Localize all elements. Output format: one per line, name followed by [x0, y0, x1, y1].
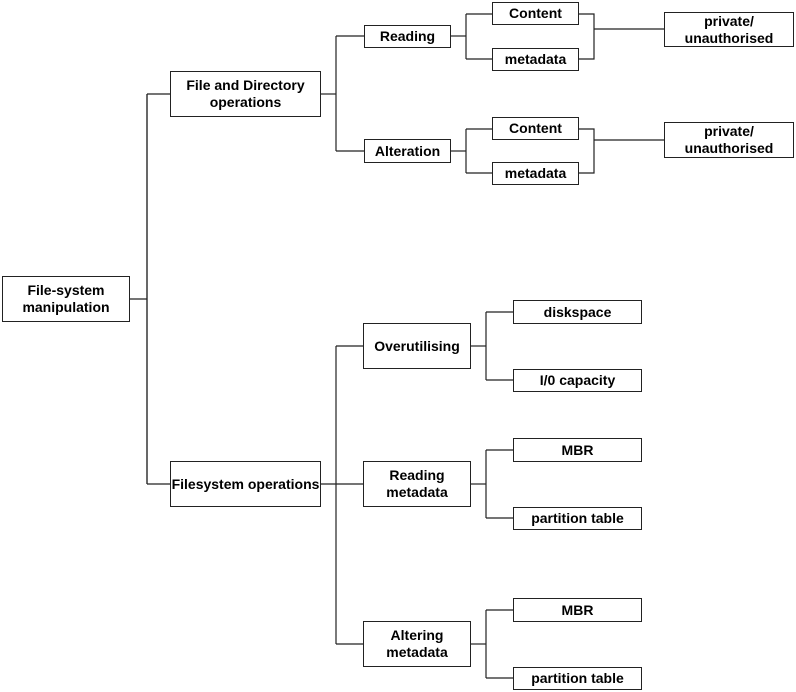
node-filesystem-operations: Filesystem operations [170, 461, 321, 507]
node-reading: Reading [364, 25, 451, 48]
node-altering-metadata: Altering metadata [363, 621, 471, 667]
node-reading-private-unauthorised: private/ unauthorised [664, 12, 794, 47]
node-altering-partition-table: partition table [513, 667, 642, 690]
node-alteration-metadata: metadata [492, 162, 579, 185]
connector [578, 13, 595, 60]
node-file-and-directory-operations: File and Directory operations [170, 71, 321, 117]
node-reading-metadata: metadata [492, 48, 579, 71]
node-diskspace: diskspace [513, 300, 642, 324]
node-altering-mbr: MBR [513, 598, 642, 622]
node-reading-content: Content [492, 2, 579, 25]
node-alteration-content: Content [492, 117, 579, 140]
node-file-system-manipulation: File-system manipulation [2, 276, 130, 322]
node-io-capacity: I/0 capacity [513, 369, 642, 392]
node-alteration: Alteration [364, 139, 451, 163]
node-reading-mbr: MBR [513, 438, 642, 462]
node-reading-metadata-fs: Reading metadata [363, 461, 471, 507]
node-reading-partition-table: partition table [513, 507, 642, 530]
diagram-canvas: File-system manipulation File and Direct… [0, 0, 796, 692]
node-overutilising: Overutilising [363, 323, 471, 369]
node-alteration-private-unauthorised: private/ unauthorised [664, 122, 794, 158]
connector [578, 128, 595, 174]
